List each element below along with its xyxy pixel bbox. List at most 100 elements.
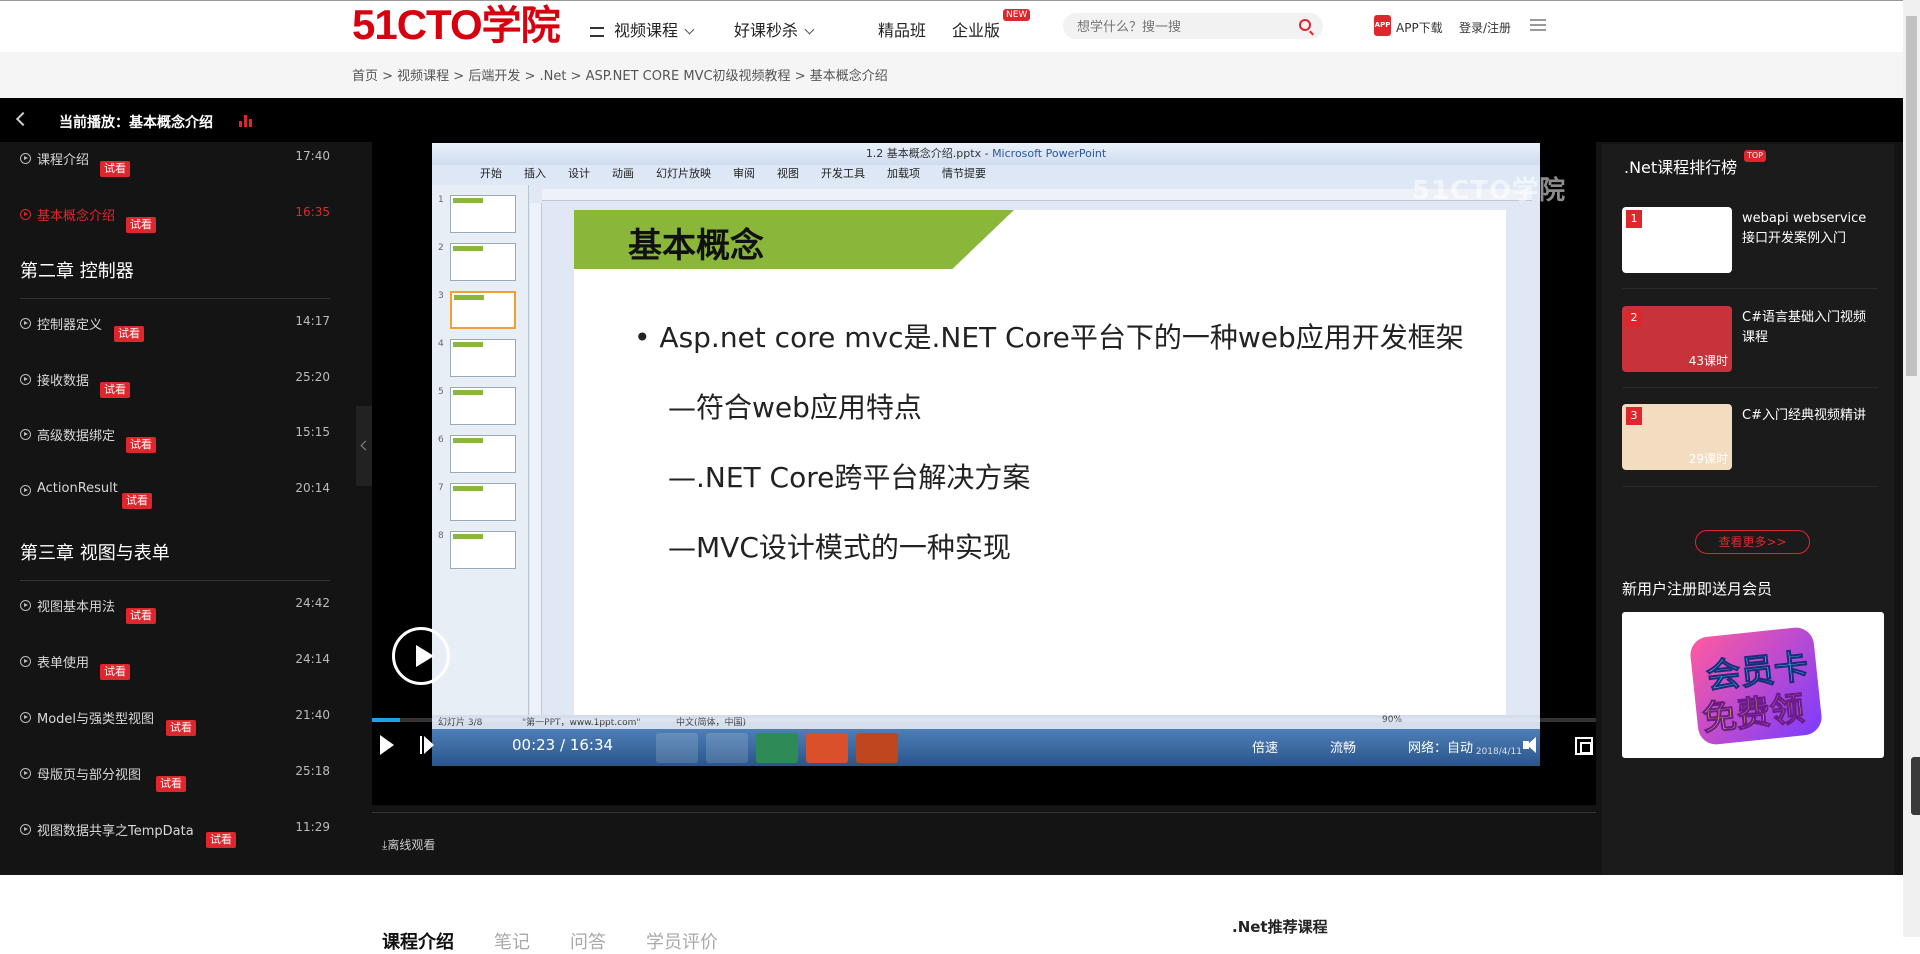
chapter-title: 第二章 控制器 — [20, 261, 134, 282]
recommend-title: .Net推荐课程 — [1232, 918, 1328, 936]
trial-badge: 试看 — [114, 326, 144, 342]
chevron-down-icon — [684, 24, 695, 35]
scrollbar-thumb[interactable] — [1906, 16, 1917, 376]
chevron-left-icon[interactable] — [15, 111, 31, 127]
nav-video-courses[interactable]: 视频课程 — [590, 17, 695, 41]
ppt-ruler — [530, 203, 542, 715]
time-display: 00:23 / 16:34 — [512, 736, 614, 754]
playlist-item[interactable]: 控制器定义 试看 14:17 — [20, 314, 330, 354]
playlist-item-current[interactable]: 基本概念介绍 试看 16:35 — [20, 205, 330, 245]
list-menu-icon[interactable] — [1530, 19, 1546, 33]
tab-notes[interactable]: 笔记 — [494, 932, 530, 953]
ranking-item[interactable]: 2 43课时 C#语言基础入门视频课程 — [1622, 306, 1878, 372]
trial-badge: 试看 — [126, 217, 156, 233]
view-more-button[interactable]: 查看更多>> — [1695, 530, 1810, 554]
play-circle-icon — [20, 153, 31, 164]
collapse-playlist-button[interactable] — [356, 406, 372, 486]
tab-course-intro[interactable]: 课程介绍 — [382, 932, 454, 953]
divider — [372, 812, 1596, 813]
big-play-button[interactable] — [392, 627, 450, 685]
network-button[interactable]: 网络：自动 — [1408, 737, 1473, 756]
course-tabs: 课程介绍 笔记 问答 学员评价 — [382, 928, 758, 954]
slide-thumbnail — [450, 387, 516, 425]
course-thumbnail: 2 43课时 — [1622, 306, 1732, 372]
ppt-thumbnail-pane: 1 2 3 4 5 6 7 8 — [432, 185, 529, 715]
playlist: 课程介绍 试看 17:40 基本概念介绍 试看 16:35 第二章 控制器 控制… — [0, 142, 356, 875]
slide-thumbnail — [450, 195, 516, 233]
slide-thumbnail — [450, 531, 516, 569]
trial-badge: 试看 — [126, 608, 156, 624]
playlist-item[interactable]: ActionResult 试看 20:14 — [20, 481, 330, 521]
course-thumbnail: 1 — [1622, 207, 1732, 273]
top-badge: TOP — [1744, 150, 1767, 162]
slide-bullet: —符合web应用特点 — [668, 391, 922, 424]
slide-thumbnail — [450, 339, 516, 377]
divider — [1622, 387, 1878, 388]
nav-premium-class[interactable]: 精品班 — [878, 17, 926, 41]
offline-watch-link[interactable]: ⤓离线观看 — [382, 836, 435, 853]
ranking-item[interactable]: 3 29课时 C#入门经典视频精讲 — [1622, 404, 1878, 470]
playlist-item[interactable]: 表单使用 试看 24:14 — [20, 652, 330, 692]
slide-bullet: —.NET Core跨平台解决方案 — [668, 461, 1031, 494]
page-scrollbar[interactable] — [1903, 0, 1920, 937]
divider — [20, 298, 330, 299]
video-frame-powerpoint: 1.2 基本概念介绍.pptx - Microsoft PowerPoint 开… — [432, 143, 1540, 766]
playlist-item[interactable]: 高级数据绑定 试看 15:15 — [20, 425, 330, 465]
tab-qa[interactable]: 问答 — [570, 932, 606, 953]
playlist-item[interactable]: 接收数据 试看 25:20 — [20, 370, 330, 410]
play-circle-icon — [20, 656, 31, 667]
ranking-item[interactable]: 1 webapi webservice 接口开发案例入门 — [1622, 207, 1878, 273]
breadcrumb[interactable]: 首页 > 视频课程 > 后端开发 > .Net > ASP.NET CORE M… — [352, 65, 888, 84]
course-thumbnail: 3 29课时 — [1622, 404, 1732, 470]
ppt-ribbon: 开始 插入 设计 动画 幻灯片放映 审阅 视图 开发工具 加载项 情节提要 — [432, 165, 1540, 183]
trial-badge: 试看 — [122, 493, 152, 509]
fullscreen-icon[interactable] — [1575, 737, 1593, 755]
taskbar-app-icon — [756, 733, 798, 763]
taskbar-app-icon — [656, 733, 698, 763]
app-phone-icon[interactable]: APP — [1374, 15, 1391, 36]
promo-banner[interactable]: 会员卡 免费领 — [1622, 612, 1884, 758]
volume-icon[interactable] — [1523, 737, 1541, 753]
nav-enterprise[interactable]: 企业版 — [952, 17, 1000, 41]
side-feedback-tab[interactable] — [1911, 757, 1920, 815]
ppt-ruler — [542, 189, 1532, 201]
playlist-item[interactable]: 课程介绍 试看 17:40 — [20, 149, 330, 189]
login-register-link[interactable]: 登录/注册 — [1459, 19, 1511, 36]
speed-button[interactable]: 倍速 — [1252, 737, 1278, 756]
breadcrumb-bar: 首页 > 视频课程 > 后端开发 > .Net > ASP.NET CORE M… — [0, 52, 1903, 98]
play-circle-icon — [20, 768, 31, 779]
trial-badge: 试看 — [100, 664, 130, 680]
search-input[interactable] — [1077, 17, 1277, 35]
app-download-link[interactable]: APP下载 — [1396, 19, 1443, 36]
taskbar-app-icon — [806, 733, 848, 763]
search-icon[interactable] — [1299, 19, 1311, 31]
ppt-window-title: 1.2 基本概念介绍.pptx - Microsoft PowerPoint — [432, 143, 1540, 165]
new-badge: NEW — [1003, 9, 1031, 21]
slide-thumbnail — [450, 435, 516, 473]
tab-reviews[interactable]: 学员评价 — [646, 932, 718, 953]
nav-flash-sale[interactable]: 好课秒杀 — [734, 17, 815, 41]
playlist-item[interactable]: 视图基本用法 试看 24:42 — [20, 596, 330, 636]
playlist-item[interactable]: 视图数据共享之TempData 试看 11:29 — [20, 820, 330, 860]
quality-button[interactable]: 流畅 — [1330, 737, 1356, 756]
play-circle-icon — [20, 600, 31, 611]
slide-canvas: 基本概念 • Asp.net core mvc是.NET Core平台下的一种w… — [574, 210, 1506, 715]
site-logo[interactable]: 51CTO学院 — [352, 3, 561, 49]
play-circle-icon — [20, 712, 31, 723]
slide-thumbnail — [450, 243, 516, 281]
ranking-panel: .Net课程排行榜 TOP 1 webapi webservice 接口开发案例… — [1602, 144, 1894, 875]
next-icon[interactable] — [420, 736, 434, 754]
trial-badge: 试看 — [156, 776, 186, 792]
ranking-title: .Net课程排行榜 — [1624, 158, 1738, 177]
playlist-item[interactable]: Model与强类型视图 试看 21:40 — [20, 708, 330, 748]
divider — [1622, 288, 1878, 289]
search-box — [1063, 13, 1323, 39]
play-icon[interactable] — [380, 735, 394, 755]
play-circle-icon — [20, 429, 31, 440]
divider — [20, 580, 330, 581]
chevron-down-icon — [804, 24, 815, 35]
progress-bar[interactable] — [372, 718, 1596, 722]
taskbar-clock: 2018/4/11 — [1475, 747, 1522, 757]
playlist-item[interactable]: 母版页与部分视图 试看 25:18 — [20, 764, 330, 804]
taskbar-app-icon — [856, 733, 898, 763]
